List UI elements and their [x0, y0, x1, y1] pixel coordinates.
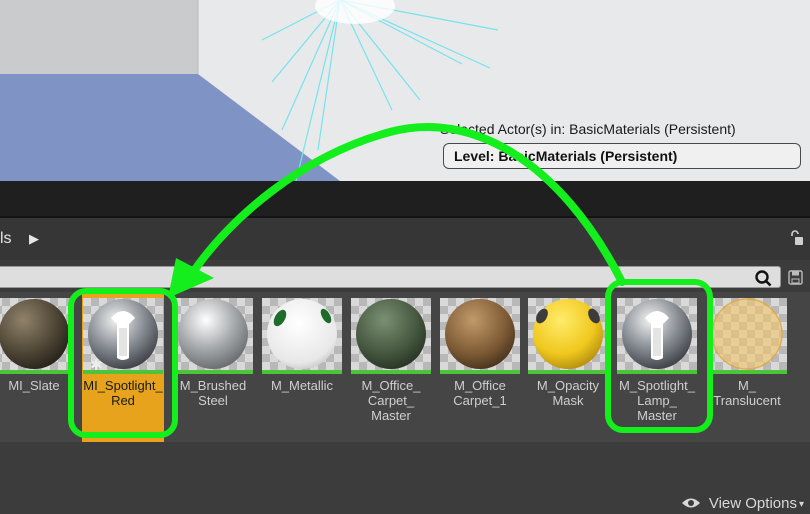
- asset-tile-m-metallic[interactable]: M_Metallic: [262, 292, 342, 442]
- asset-type-bar: [440, 370, 520, 374]
- search-icon[interactable]: [754, 269, 772, 287]
- selected-actors-label: Selected Actor(s) in:: [440, 121, 566, 137]
- asset-type-bar: [351, 370, 431, 374]
- view-options-label: View Options: [708, 495, 797, 512]
- selected-actors-text: Selected Actor(s) in: BasicMaterials (Pe…: [440, 121, 736, 137]
- view-options-button[interactable]: View Options ▾: [681, 495, 804, 512]
- asset-tile-m-office-carpet-1[interactable]: M_Office Carpet_1: [440, 292, 520, 442]
- asset-tile-mi-slate[interactable]: MI_Slate: [0, 292, 74, 442]
- highlight-mi-spotlight-red: [68, 288, 178, 438]
- eye-icon: [681, 498, 700, 508]
- asset-thumbnail: [707, 298, 787, 370]
- asset-tile-m-brushed-steel[interactable]: M_Brushed Steel: [173, 292, 253, 442]
- asset-label: M_Office_ Carpet_ Master: [361, 378, 421, 423]
- content-browser-footer: View Options ▾: [0, 442, 810, 514]
- asset-thumbnail: [351, 298, 431, 370]
- asset-label: M_Office Carpet_1: [453, 378, 507, 408]
- asset-type-bar: [173, 370, 253, 374]
- level-value: BasicMaterials (Persistent): [498, 148, 678, 164]
- asset-thumbnail: [528, 298, 608, 370]
- path-bar: ls ▶: [0, 218, 810, 260]
- asset-label: M_Metallic: [270, 378, 334, 393]
- selected-actors-value: BasicMaterials (Persistent): [569, 121, 736, 137]
- asset-tile-m-opacity-mask[interactable]: M_Opacity Mask: [528, 292, 608, 442]
- asset-tile-m-translucent[interactable]: M_ Translucent: [707, 292, 787, 442]
- save-search-icon[interactable]: [788, 270, 803, 285]
- path-folder[interactable]: ls: [0, 230, 12, 248]
- asset-tile-m-office-carpet-master[interactable]: M_Office_ Carpet_ Master: [351, 292, 431, 442]
- asset-thumbnail: [262, 298, 342, 370]
- level-viewport[interactable]: Selected Actor(s) in: BasicMaterials (Pe…: [0, 0, 810, 181]
- lock-icon[interactable]: [790, 230, 804, 246]
- asset-label: M_Brushed Steel: [179, 378, 247, 408]
- asset-thumbnail: [440, 298, 520, 370]
- asset-thumbnail: [173, 298, 253, 370]
- asset-type-bar: [528, 370, 608, 374]
- level-label: Level:: [454, 148, 495, 164]
- panel-tab-strip: [0, 181, 810, 218]
- asset-thumbnail: [0, 298, 74, 370]
- asset-type-bar: [262, 370, 342, 374]
- level-indicator: Level: BasicMaterials (Persistent): [443, 143, 801, 169]
- asset-type-bar: [707, 370, 787, 374]
- highlight-m-spotlight-lamp-master: [605, 279, 713, 433]
- asset-label: M_Opacity Mask: [536, 378, 600, 408]
- asset-type-bar: [0, 370, 74, 374]
- asset-label: M_ Translucent: [713, 378, 781, 408]
- chevron-down-icon: ▾: [798, 499, 804, 510]
- path-arrow-icon[interactable]: ▶: [29, 231, 39, 247]
- viewport-floor: [0, 74, 340, 181]
